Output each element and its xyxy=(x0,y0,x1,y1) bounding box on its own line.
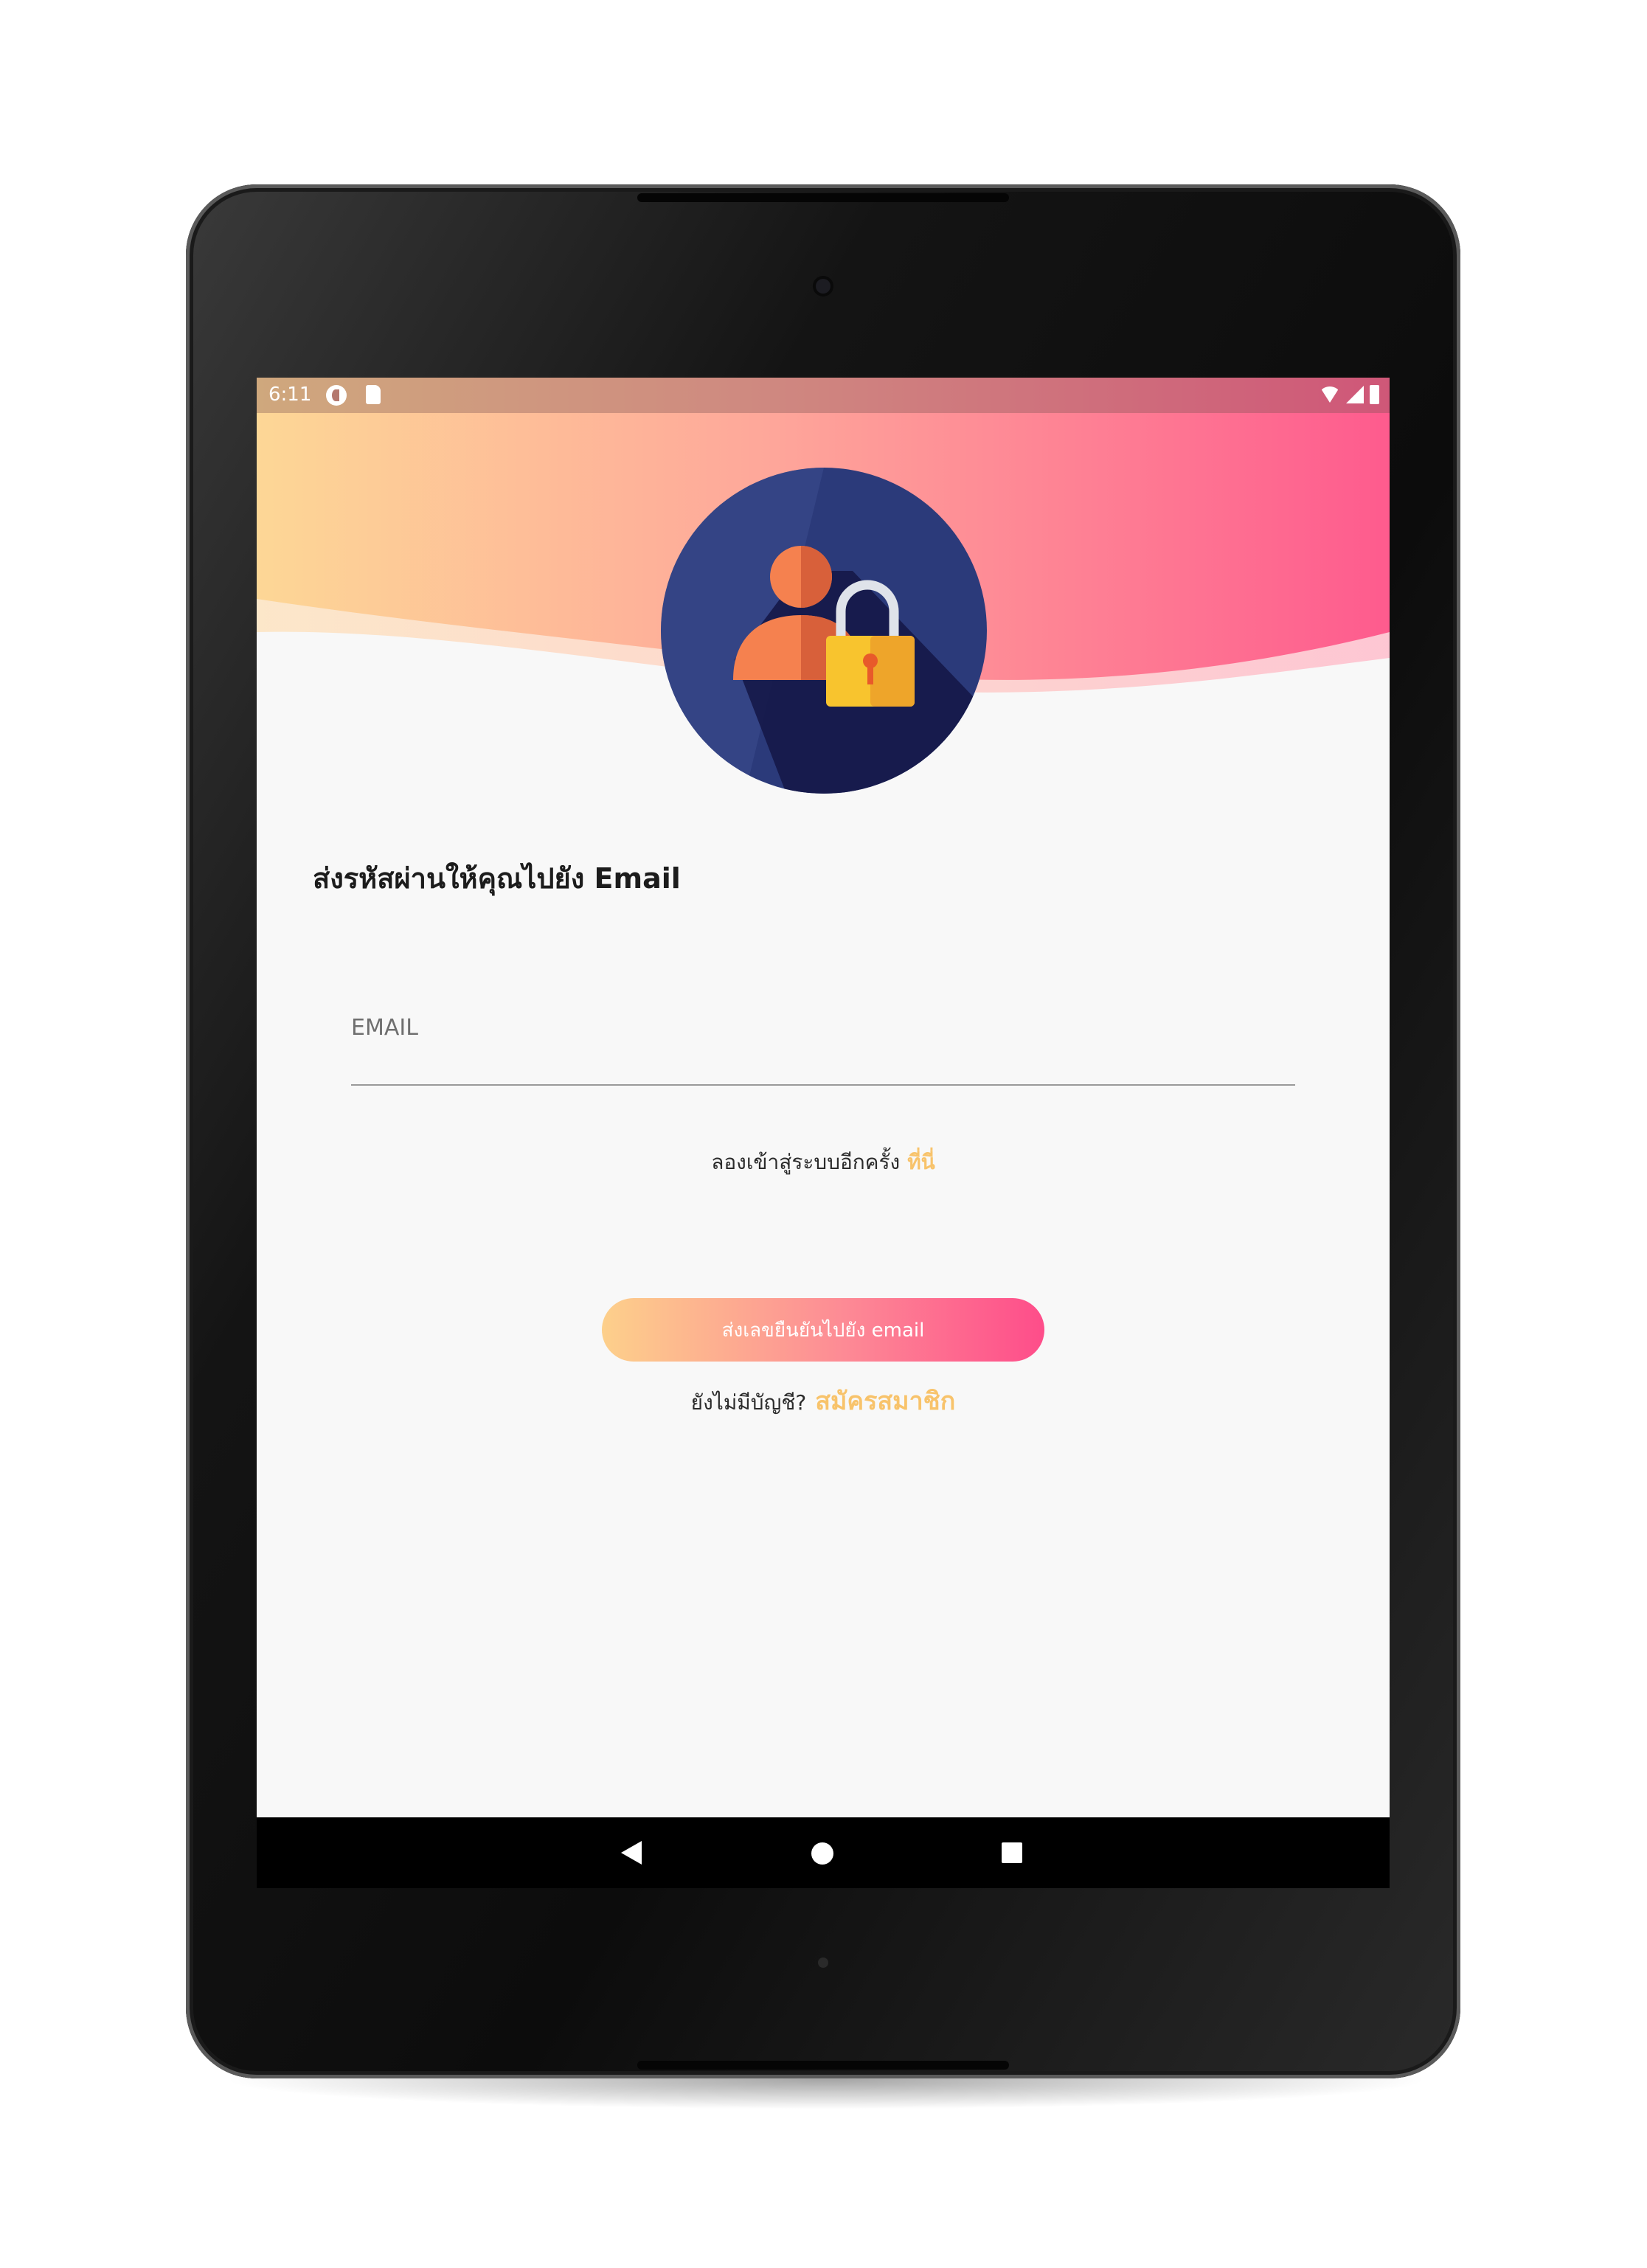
app-screen: 6:11 ส่งรหัสผ่านให้คุณไปยัง Email EMAIL … xyxy=(257,378,1390,1888)
page-title: ส่งรหัสผ่านให้คุณไปยัง Email xyxy=(313,862,681,895)
recents-icon[interactable] xyxy=(1002,1842,1022,1863)
signup-row: ยังไม่มีบัญชี? สมัครสมาชิก xyxy=(257,1381,1390,1421)
email-input[interactable] xyxy=(351,1012,1295,1086)
home-icon[interactable] xyxy=(811,1842,833,1865)
status-bar: 6:11 xyxy=(257,378,1390,413)
retry-login-row: ลองเข้าสู่ระบบอีกครั้ง ที่นี่ xyxy=(257,1146,1390,1179)
signal-icon xyxy=(1346,386,1364,403)
light-sensor xyxy=(818,1957,828,1968)
retry-login-link[interactable]: ที่นี่ xyxy=(907,1150,935,1174)
bottom-speaker xyxy=(637,2061,1009,2070)
retry-login-text: ลองเข้าสู่ระบบอีกครั้ง xyxy=(711,1150,901,1174)
front-camera xyxy=(816,279,831,294)
user-lock-icon xyxy=(661,468,987,794)
send-verification-button[interactable]: ส่งเลขยืนยันไปยัง email xyxy=(602,1298,1044,1362)
status-time: 6:11 xyxy=(268,384,312,406)
device-frame: 6:11 ส่งรหัสผ่านให้คุณไปยัง Email EMAIL … xyxy=(0,0,1647,2268)
sd-card-icon xyxy=(366,385,381,404)
battery-icon xyxy=(1370,385,1379,404)
app-notification-icon xyxy=(326,385,347,406)
back-icon[interactable] xyxy=(621,1841,642,1865)
no-account-text: ยังไม่มีบัญชี? xyxy=(690,1390,807,1415)
wifi-icon xyxy=(1320,386,1340,403)
top-speaker xyxy=(637,193,1009,202)
signup-link[interactable]: สมัครสมาชิก xyxy=(815,1387,955,1416)
navigation-bar xyxy=(257,1817,1390,1888)
status-indicators xyxy=(1320,385,1379,404)
